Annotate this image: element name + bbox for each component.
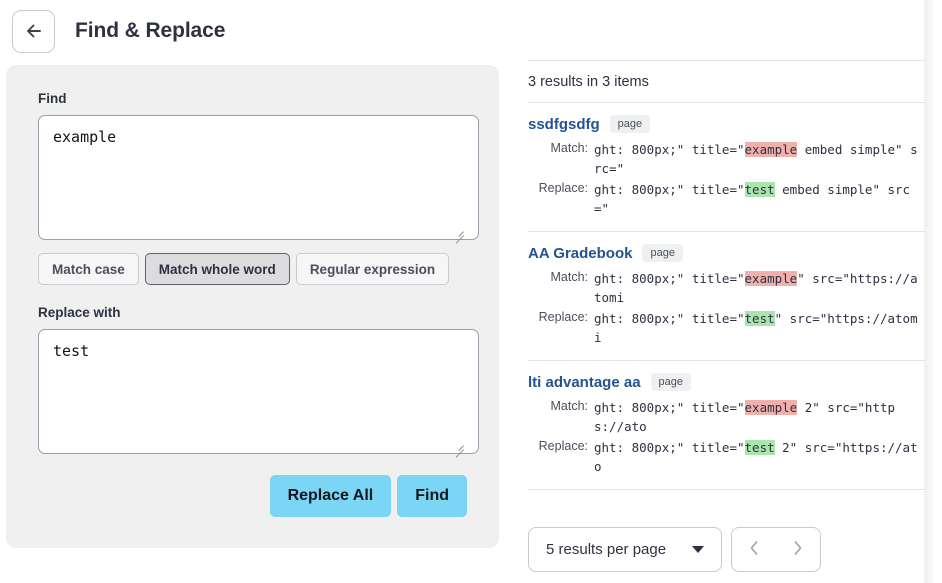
- replace-highlight: test: [744, 311, 775, 326]
- replace-input-wrapper: [38, 329, 479, 458]
- result-item: ssdfgsdfg page Match: ght: 800px;" title="e…: [528, 103, 925, 232]
- results-list: ssdfgsdfg page Match: ght: 800px;" title="e…: [528, 103, 925, 515]
- replace-row: Replace: ght: 800px;" title="test 2" src=…: [528, 438, 925, 476]
- replace-label: Replace with: [38, 305, 121, 320]
- replace-snippet: ght: 800px;" title="test embed simple" s…: [594, 180, 925, 218]
- replace-snippet: ght: 800px;" title="test" src="https://a…: [594, 309, 925, 347]
- result-item: AA Gradebook page Match: ght: 800px;" title…: [528, 232, 925, 361]
- match-highlight: example: [744, 400, 798, 415]
- result-type-badge: page: [650, 373, 692, 391]
- page-header: Find & Replace: [0, 0, 520, 62]
- option-match-whole-word[interactable]: Match whole word: [144, 253, 290, 285]
- replace-label: Replace:: [538, 181, 588, 195]
- result-type-badge: page: [609, 115, 651, 133]
- result-header: ssdfgsdfg page: [528, 115, 925, 133]
- replace-snippet-prefix: ght: 800px;" title=": [594, 440, 745, 455]
- match-snippet-prefix: ght: 800px;" title=": [594, 400, 745, 415]
- back-button[interactable]: [12, 9, 55, 53]
- match-snippet-prefix: ght: 800px;" title=": [594, 142, 745, 157]
- next-page-button[interactable]: [785, 535, 811, 564]
- results-panel: 3 results in 3 items ssdfgsdfg page Match:…: [520, 0, 942, 583]
- result-title-link[interactable]: AA Gradebook: [528, 245, 632, 262]
- match-highlight: example: [744, 271, 798, 286]
- match-snippet: ght: 800px;" title="example 2" src="http…: [594, 398, 925, 436]
- result-header: lti advantage aa page: [528, 373, 925, 391]
- result-type-badge: page: [642, 244, 683, 262]
- find-input[interactable]: [38, 115, 479, 240]
- page-title: Find & Replace: [75, 19, 226, 42]
- panel-edge: [933, 0, 942, 583]
- replace-all-button[interactable]: Replace All: [269, 475, 392, 517]
- replace-highlight: test: [744, 440, 775, 455]
- results-summary: 3 results in 3 items: [528, 60, 925, 103]
- match-snippet: ght: 800px;" title="example" src="https:…: [594, 269, 925, 307]
- replace-row: Replace: ght: 800px;" title="test" src="h…: [528, 309, 925, 347]
- replace-label: Replace:: [538, 310, 588, 324]
- option-match-case[interactable]: Match case: [38, 253, 139, 285]
- replace-snippet-prefix: ght: 800px;" title=": [594, 311, 745, 326]
- arrow-left-icon: [23, 20, 45, 42]
- results-per-page-select[interactable]: 5 results per page: [528, 527, 722, 572]
- replace-input[interactable]: [38, 329, 479, 454]
- replace-row: Replace: ght: 800px;" title="test embed s…: [528, 180, 925, 218]
- pagination-bar: 5 results per page: [528, 527, 821, 572]
- match-label: Match:: [550, 270, 588, 284]
- pager-controls: [731, 527, 821, 572]
- match-label: Match:: [550, 399, 588, 413]
- find-button[interactable]: Find: [397, 475, 467, 517]
- match-row: Match: ght: 800px;" title="example" src="…: [528, 269, 925, 307]
- find-replace-form: Find Match case Match whole word Regular…: [6, 65, 499, 548]
- match-snippet: ght: 800px;" title="example embed simple…: [594, 140, 925, 178]
- option-regular-expression[interactable]: Regular expression: [295, 253, 450, 285]
- replace-highlight: test: [744, 182, 775, 197]
- replace-label: Replace:: [538, 439, 588, 453]
- find-label: Find: [38, 91, 67, 106]
- match-highlight: example: [744, 142, 798, 157]
- result-title-link[interactable]: ssdfgsdfg: [528, 116, 600, 133]
- replace-snippet-prefix: ght: 800px;" title=": [594, 182, 745, 197]
- match-label: Match:: [550, 141, 588, 155]
- form-actions: Replace All Find: [38, 475, 467, 517]
- match-snippet-prefix: ght: 800px;" title=": [594, 271, 745, 286]
- match-row: Match: ght: 800px;" title="example 2" src…: [528, 398, 925, 436]
- chevron-left-icon: [747, 539, 761, 560]
- chevron-right-icon: [791, 539, 805, 560]
- match-row: Match: ght: 800px;" title="example embed …: [528, 140, 925, 178]
- search-options: Match case Match whole word Regular expr…: [38, 253, 467, 285]
- result-header: AA Gradebook page: [528, 244, 925, 262]
- result-title-link[interactable]: lti advantage aa: [528, 374, 641, 391]
- results-per-page-label: 5 results per page: [546, 541, 667, 558]
- result-item: lti advantage aa page Match: ght: 800px;" t…: [528, 361, 925, 490]
- chevron-down-icon: [692, 546, 704, 553]
- find-input-wrapper: [38, 115, 479, 244]
- find-replace-screen: Find & Replace Find Match case Match who…: [0, 0, 942, 583]
- previous-page-button[interactable]: [741, 535, 767, 564]
- replace-snippet: ght: 800px;" title="test 2" src="https:/…: [594, 438, 925, 476]
